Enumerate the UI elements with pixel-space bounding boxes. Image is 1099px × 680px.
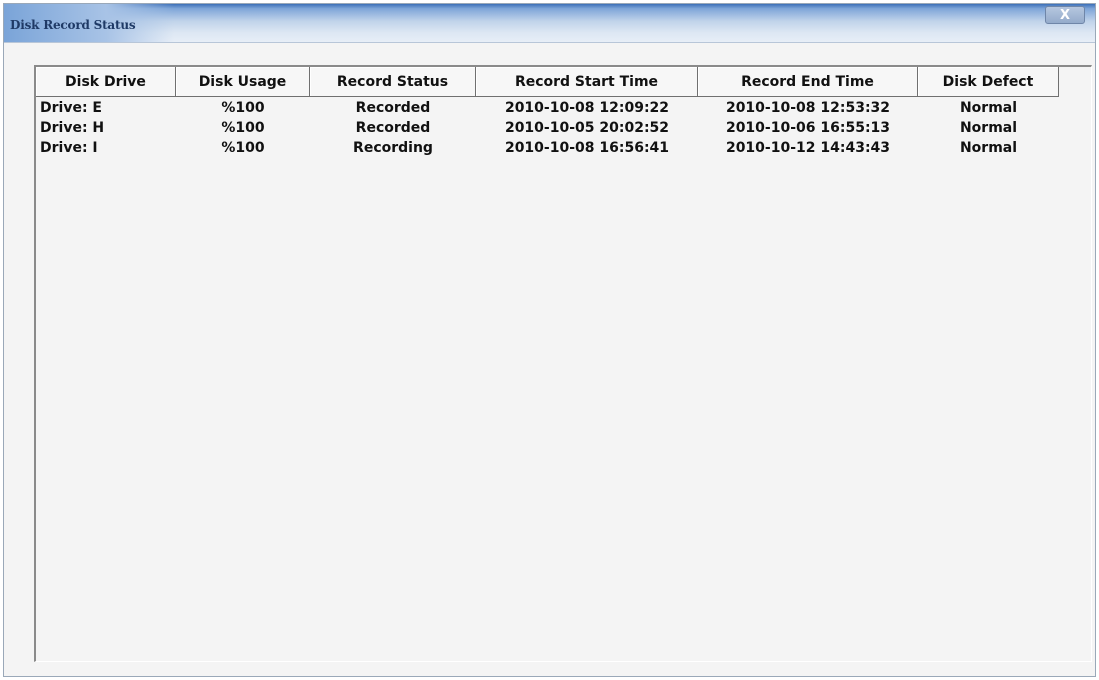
cell-record-status: Recording	[353, 140, 433, 156]
table-row[interactable]: Drive: E %100 Recorded 2010-10-08 12:09:…	[36, 98, 1066, 118]
cell-disk-drive: Drive: I	[40, 140, 98, 156]
cell-disk-usage: %100	[221, 120, 265, 136]
cell-disk-drive: Drive: H	[40, 120, 105, 136]
cell-record-start-time: 2010-10-05 20:02:52	[504, 120, 670, 136]
cell-record-end-time: 2010-10-08 12:53:32	[725, 100, 891, 116]
cell-disk-usage: %100	[221, 140, 265, 156]
close-button[interactable]: X	[1045, 6, 1085, 24]
column-header-record-start-time[interactable]: Record Start Time	[476, 67, 698, 97]
disk-status-list[interactable]: Disk Drive Disk Usage Record Status Reco…	[34, 65, 1092, 662]
cell-disk-defect: Normal	[959, 120, 1018, 136]
cell-disk-drive: Drive: E	[40, 100, 102, 116]
window-title: Disk Record Status	[10, 18, 136, 32]
title-bar[interactable]: Disk Record Status X	[4, 4, 1095, 43]
cell-record-status: Recorded	[355, 100, 431, 116]
column-header-disk-usage[interactable]: Disk Usage	[176, 67, 310, 97]
column-header-record-end-time[interactable]: Record End Time	[698, 67, 918, 97]
cell-disk-defect: Normal	[959, 140, 1018, 156]
cell-record-end-time: 2010-10-12 14:43:43	[725, 140, 891, 156]
list-header: Disk Drive Disk Usage Record Status Reco…	[36, 67, 1066, 97]
column-header-disk-defect[interactable]: Disk Defect	[918, 67, 1059, 97]
cell-disk-defect: Normal	[959, 100, 1018, 116]
cell-disk-usage: %100	[221, 100, 265, 116]
table-row[interactable]: Drive: I %100 Recording 2010-10-08 16:56…	[36, 138, 1066, 158]
cell-record-start-time: 2010-10-08 16:56:41	[504, 140, 670, 156]
close-icon: X	[1059, 7, 1071, 23]
cell-record-end-time: 2010-10-06 16:55:13	[725, 120, 891, 136]
cell-record-status: Recorded	[355, 120, 431, 136]
disk-record-status-window: Disk Record Status X Disk Drive Disk Usa…	[3, 3, 1096, 677]
table-row[interactable]: Drive: H %100 Recorded 2010-10-05 20:02:…	[36, 118, 1066, 138]
cell-record-start-time: 2010-10-08 12:09:22	[504, 100, 670, 116]
column-header-record-status[interactable]: Record Status	[310, 67, 476, 97]
column-header-disk-drive[interactable]: Disk Drive	[36, 67, 176, 97]
